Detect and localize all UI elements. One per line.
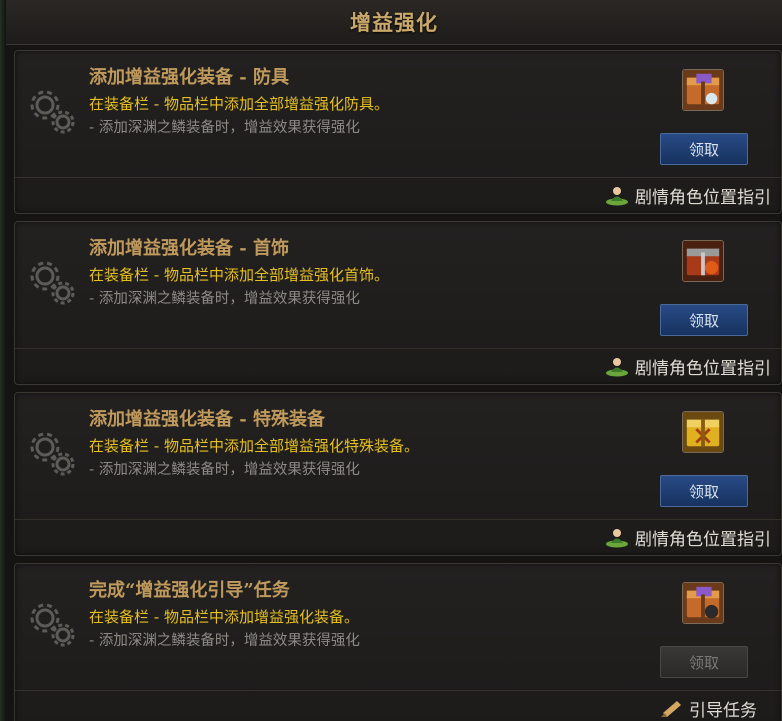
npc-location-icon: [606, 358, 628, 377]
accessory-box-icon[interactable]: [682, 240, 724, 282]
card-divider: [15, 519, 781, 520]
quest-card: 添加增益强化装备 - 防具 在装备栏 - 物品栏中添加全部增益强化防具。 - 添…: [14, 50, 782, 214]
npc-location-link[interactable]: 剧情角色位置指引: [605, 181, 771, 209]
quest-title: 添加增益强化装备 - 特殊装备: [89, 409, 326, 430]
footer-link-label: 剧情角色位置指引: [635, 187, 771, 208]
quest-note: - 添加深渊之鳞装备时，增益效果获得强化: [89, 291, 360, 307]
buff-enhance-window: 增益强化 添加增益强化装备 - 防具 在装备栏 - 物品栏中添加全部增益强化防具…: [0, 0, 782, 721]
quest-note: - 添加深渊之鳞装备时，增益效果获得强化: [89, 633, 360, 649]
footer-link-label: 引导任务: [689, 700, 757, 721]
quest-title: 添加增益强化装备 - 防具: [89, 67, 290, 88]
quest-card: 添加增益强化装备 - 特殊装备 在装备栏 - 物品栏中添加全部增益强化特殊装备。…: [14, 392, 782, 556]
quest-description: 在装备栏 - 物品栏中添加全部增益强化首饰。: [89, 266, 389, 284]
scroll-icon: [661, 701, 681, 717]
gear-icon: [30, 90, 75, 134]
quest-note: - 添加深渊之鳞装备时，增益效果获得强化: [89, 120, 360, 136]
quest-title: 完成“增益强化引导”任务: [89, 580, 290, 601]
card-divider: [15, 348, 781, 349]
npc-location-icon: [606, 187, 628, 206]
footer-link-label: 剧情角色位置指引: [635, 529, 771, 550]
armor-box-icon[interactable]: [682, 69, 724, 111]
quest-note: - 添加深渊之鳞装备时，增益效果获得强化: [89, 462, 360, 478]
claim-button[interactable]: 领取: [660, 304, 748, 336]
footer-link-label: 剧情角色位置指引: [635, 358, 771, 379]
window-header: 增益强化: [6, 0, 782, 45]
gear-icon: [30, 432, 75, 476]
quest-description: 在装备栏 - 物品栏中添加增益强化装备。: [89, 608, 359, 626]
claim-button[interactable]: 领取: [660, 133, 748, 165]
guide-quest-link[interactable]: 引导任务: [659, 694, 757, 721]
window-left-edge: [0, 0, 6, 721]
quest-description: 在装备栏 - 物品栏中添加全部增益强化特殊装备。: [89, 437, 419, 455]
guide-box-icon[interactable]: [682, 582, 724, 624]
quest-description: 在装备栏 - 物品栏中添加全部增益强化防具。: [89, 95, 389, 113]
card-divider: [15, 177, 781, 178]
quest-card: 添加增益强化装备 - 首饰 在装备栏 - 物品栏中添加全部增益强化首饰。 - 添…: [14, 221, 782, 385]
claim-button-disabled: 领取: [660, 646, 748, 678]
window-title: 增益强化: [350, 10, 438, 35]
card-divider: [15, 690, 781, 691]
gear-icon: [30, 603, 75, 647]
quest-title: 添加增益强化装备 - 首饰: [89, 238, 290, 259]
gear-icon: [30, 261, 75, 305]
quest-card: 完成“增益强化引导”任务 在装备栏 - 物品栏中添加增益强化装备。 - 添加深渊…: [14, 563, 782, 721]
npc-location-icon: [606, 529, 628, 548]
npc-location-link[interactable]: 剧情角色位置指引: [605, 523, 771, 551]
special-box-icon[interactable]: [682, 411, 724, 453]
npc-location-link[interactable]: 剧情角色位置指引: [605, 352, 771, 380]
claim-button[interactable]: 领取: [660, 475, 748, 507]
